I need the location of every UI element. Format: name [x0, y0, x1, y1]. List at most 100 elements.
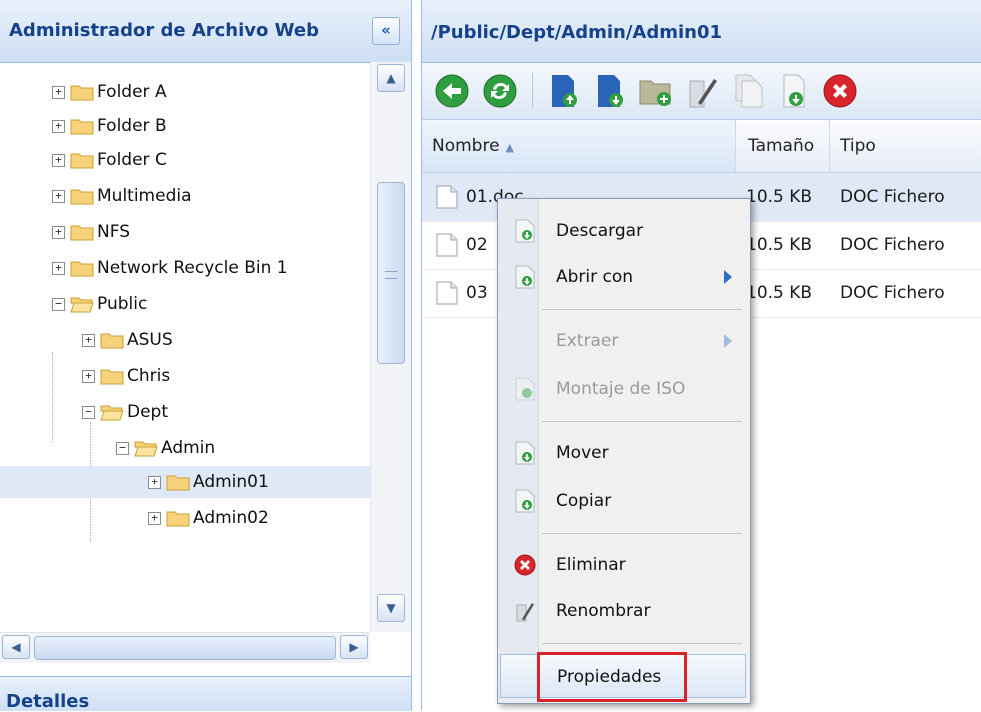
tree-node-label: Admin	[161, 438, 216, 458]
tree-node-label: Chris	[127, 366, 171, 386]
expand-icon[interactable]: +	[82, 333, 95, 347]
context-menu: Descargar Abrir con Extraer Montaje de I…	[497, 198, 751, 704]
menu-item-copy[interactable]: Copiar	[500, 479, 746, 523]
tree-node-label: ASUS	[127, 330, 173, 350]
menu-item-label: Extraer	[556, 331, 619, 351]
upload-folder-icon[interactable]	[592, 73, 628, 109]
tree-node-nfs[interactable]: + NFS	[52, 216, 130, 248]
tree-node-label: Folder C	[97, 150, 167, 170]
new-folder-icon[interactable]	[638, 73, 674, 109]
column-header-name[interactable]: Nombre ▲	[422, 120, 736, 172]
grip-icon	[385, 271, 397, 279]
column-label: Tamaño	[748, 136, 815, 156]
scroll-down-icon[interactable]: ▼	[377, 594, 405, 622]
menu-item-extract[interactable]: Extraer	[500, 319, 746, 363]
column-header-size[interactable]: Tamaño	[736, 120, 830, 172]
file-type: DOC Fichero	[840, 235, 945, 255]
expand-icon[interactable]: +	[148, 475, 161, 489]
menu-item-move[interactable]: Mover	[500, 431, 746, 475]
submenu-arrow-icon	[724, 270, 732, 284]
expand-icon[interactable]: +	[52, 153, 65, 167]
menu-item-mount-iso[interactable]: Montaje de ISO	[500, 367, 746, 411]
expand-icon[interactable]: +	[52, 119, 65, 133]
tree-node-dept[interactable]: − Dept	[82, 396, 168, 428]
tree-horizontal-scrollbar[interactable]: ◀ ▶	[0, 632, 370, 663]
menu-separator	[542, 643, 742, 644]
scroll-thumb[interactable]	[377, 182, 405, 364]
expand-icon[interactable]: +	[52, 261, 65, 275]
tree-node-public[interactable]: − Public	[52, 288, 147, 320]
details-title: Detalles	[6, 691, 90, 712]
expand-icon[interactable]: +	[148, 511, 161, 525]
tree-node-label: Dept	[127, 402, 169, 422]
refresh-icon[interactable]	[482, 73, 518, 109]
mount-iso-icon	[515, 377, 535, 401]
tree-node-folder-a[interactable]: + Folder A	[52, 76, 167, 108]
rename-icon[interactable]	[684, 73, 720, 109]
scroll-left-icon[interactable]: ◀	[2, 635, 30, 659]
tree-node-admin02[interactable]: + Admin02	[148, 502, 269, 534]
menu-item-delete[interactable]: Eliminar	[500, 543, 746, 587]
folder-icon	[70, 151, 94, 169]
tree-node-label: Folder B	[97, 116, 167, 136]
menu-item-open-with[interactable]: Abrir con	[500, 255, 746, 299]
folder-icon	[100, 367, 124, 385]
annotation-highlight-box	[537, 652, 687, 702]
column-header-type[interactable]: Tipo	[830, 120, 981, 172]
document-icon	[436, 233, 458, 257]
tree-guide-line	[52, 352, 53, 442]
tree-node-asus[interactable]: + ASUS	[82, 324, 173, 356]
folder-icon	[100, 331, 124, 349]
file-name: 02	[466, 235, 488, 255]
upload-file-icon[interactable]	[546, 73, 582, 109]
tree-node-folder-c[interactable]: + Folder C	[52, 144, 167, 176]
open-with-icon	[515, 265, 535, 289]
scroll-right-icon[interactable]: ▶	[340, 635, 368, 659]
menu-item-label: Eliminar	[556, 555, 626, 575]
tree-node-label: Admin01	[193, 472, 269, 492]
tree-panel-header: Administrador de Archivo Web «	[0, 0, 411, 63]
move-icon	[515, 441, 535, 465]
folder-tree: + Folder A + Folder B + Folder C + Multi…	[0, 62, 370, 632]
tree-node-folder-b[interactable]: + Folder B	[52, 110, 167, 142]
file-size: 10.5 KB	[746, 235, 813, 255]
tree-node-label: NFS	[97, 222, 130, 242]
details-panel-header[interactable]: Detalles	[0, 676, 411, 712]
collapse-icon[interactable]: −	[116, 441, 129, 455]
scroll-thumb[interactable]	[34, 636, 336, 660]
tree-node-chris[interactable]: + Chris	[82, 360, 170, 392]
folder-icon	[166, 509, 190, 527]
menu-item-rename[interactable]: Renombrar	[500, 589, 746, 633]
menu-item-label: Descargar	[556, 221, 644, 241]
folder-icon	[70, 117, 94, 135]
menu-separator	[542, 309, 742, 310]
delete-icon	[514, 554, 536, 576]
copy-icon[interactable]	[730, 73, 766, 109]
menu-item-label: Mover	[556, 443, 609, 463]
expand-icon[interactable]: +	[52, 85, 65, 99]
toolbar-separator	[532, 73, 533, 109]
expand-icon[interactable]: +	[52, 225, 65, 239]
delete-icon[interactable]	[822, 73, 858, 109]
tree-node-admin01[interactable]: + Admin01	[0, 466, 370, 498]
tree-vertical-scrollbar[interactable]: ▲ ▼	[370, 62, 411, 632]
menu-item-label: Copiar	[556, 491, 612, 511]
collapse-icon[interactable]: −	[82, 405, 95, 419]
back-icon[interactable]	[434, 73, 470, 109]
menu-separator	[542, 421, 742, 422]
current-path: /Public/Dept/Admin/Admin01	[431, 22, 722, 43]
menu-item-download[interactable]: Descargar	[500, 209, 746, 253]
collapse-icon[interactable]: −	[52, 297, 65, 311]
tree-node-network-recycle-bin[interactable]: + Network Recycle Bin 1	[52, 252, 288, 284]
tree-node-multimedia[interactable]: + Multimedia	[52, 180, 192, 212]
scroll-up-icon[interactable]: ▲	[377, 64, 405, 92]
column-label: Nombre	[432, 136, 500, 156]
expand-icon[interactable]: +	[82, 369, 95, 383]
tree-node-label: Multimedia	[97, 186, 192, 206]
collapse-panel-button[interactable]: «	[372, 17, 400, 45]
download-icon[interactable]	[776, 73, 812, 109]
tree-node-label: Folder A	[97, 82, 167, 102]
expand-icon[interactable]: +	[52, 189, 65, 203]
tree-node-admin[interactable]: − Admin	[116, 432, 215, 464]
open-folder-icon	[70, 295, 94, 313]
